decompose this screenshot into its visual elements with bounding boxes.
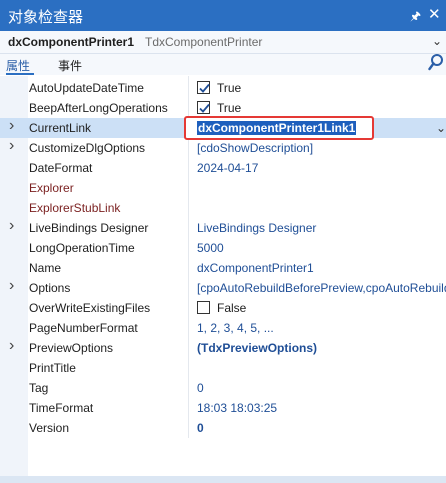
property-value[interactable]: 0 bbox=[197, 421, 446, 435]
property-name: LiveBindings Designer bbox=[29, 221, 149, 235]
property-row[interactable]: › Options [cpoAutoRebuildBeforePreview,cpo… bbox=[0, 277, 446, 298]
window-title: 对象检查器 bbox=[8, 9, 84, 26]
property-row[interactable]: AutoUpdateDateTime True bbox=[0, 78, 446, 98]
property-row[interactable]: › CustomizeDlgOptions [cdoShowDescription] bbox=[0, 137, 446, 158]
property-value[interactable]: 1, 2, 3, 4, 5, ... bbox=[197, 321, 446, 335]
expand-chevron-icon[interactable]: › bbox=[9, 337, 14, 355]
property-name: BeepAfterLongOperations bbox=[29, 101, 168, 115]
property-row[interactable]: PrintTitle bbox=[0, 358, 446, 378]
property-checkbox[interactable] bbox=[197, 81, 210, 94]
property-row[interactable]: ExplorerStubLink bbox=[0, 198, 446, 218]
property-name: TimeFormat bbox=[29, 401, 94, 415]
component-type: TdxComponentPrinter bbox=[145, 35, 263, 49]
property-row[interactable]: BeepAfterLongOperations True bbox=[0, 98, 446, 118]
bottom-strip bbox=[0, 476, 446, 483]
property-name: CustomizeDlgOptions bbox=[29, 141, 146, 155]
property-checkbox[interactable] bbox=[197, 301, 210, 314]
property-name: PrintTitle bbox=[29, 361, 76, 375]
property-row[interactable]: Explorer bbox=[0, 178, 446, 198]
property-value[interactable]: 0 bbox=[197, 381, 446, 395]
property-value[interactable]: 2024-04-17 bbox=[197, 161, 446, 175]
property-row[interactable]: DateFormat 2024-04-17 bbox=[0, 158, 446, 178]
property-name: AutoUpdateDateTime bbox=[29, 81, 144, 95]
property-value: True bbox=[217, 81, 242, 95]
property-value[interactable]: 5000 bbox=[197, 241, 446, 255]
property-name: ExplorerStubLink bbox=[29, 201, 121, 215]
currentlink-value[interactable]: dxComponentPrinter1Link1 bbox=[197, 121, 357, 135]
property-name: Name bbox=[29, 261, 62, 275]
expand-chevron-icon[interactable]: › bbox=[9, 277, 14, 295]
currentlink-dropdown-icon[interactable]: ⌄ bbox=[436, 121, 446, 135]
property-value: True bbox=[217, 101, 242, 115]
property-row[interactable]: TimeFormat 18:03 18:03:25 bbox=[0, 398, 446, 418]
property-row[interactable]: › LiveBindings Designer LiveBindings Desig… bbox=[0, 217, 446, 238]
property-name: PageNumberFormat bbox=[29, 321, 138, 335]
property-checkbox[interactable] bbox=[197, 101, 210, 114]
search-icon[interactable] bbox=[428, 54, 444, 72]
tab-bar: 属性 事件 bbox=[0, 54, 446, 75]
property-row[interactable]: › PreviewOptions (TdxPreviewOptions) bbox=[0, 337, 446, 358]
pin-icon[interactable]: 🖈 bbox=[410, 7, 421, 28]
property-row[interactable]: LongOperationTime 5000 bbox=[0, 238, 446, 258]
expand-chevron-icon[interactable]: › bbox=[9, 117, 14, 135]
property-row[interactable]: Name dxComponentPrinter1 bbox=[0, 258, 446, 278]
expand-chevron-icon[interactable]: › bbox=[9, 217, 14, 235]
property-name: Version bbox=[29, 421, 70, 435]
chevron-down-icon[interactable]: ⌄ bbox=[432, 34, 442, 48]
inspector-titlebar: 对象检查器 🖈 ✕ bbox=[0, 0, 446, 31]
tab-properties[interactable]: 属性 bbox=[6, 57, 46, 75]
property-name: Options bbox=[29, 281, 71, 295]
property-row[interactable]: Tag 0 bbox=[0, 378, 446, 398]
tab-events[interactable]: 事件 bbox=[58, 57, 82, 74]
property-name: DateFormat bbox=[29, 161, 93, 175]
property-row[interactable]: PageNumberFormat 1, 2, 3, 4, 5, ... bbox=[0, 318, 446, 338]
property-name: LongOperationTime bbox=[29, 241, 135, 255]
property-value: False bbox=[217, 301, 247, 315]
property-value[interactable]: LiveBindings Designer bbox=[197, 221, 446, 235]
property-row[interactable]: Version 0 bbox=[0, 418, 446, 438]
currentlink-editor[interactable]: dxComponentPrinter1Link1 bbox=[184, 116, 374, 140]
property-value[interactable]: [cdoShowDescription] bbox=[197, 141, 446, 155]
component-name: dxComponentPrinter1 bbox=[8, 35, 135, 49]
property-name: Tag bbox=[29, 381, 49, 395]
property-name: OverWriteExistingFiles bbox=[29, 301, 151, 315]
property-value[interactable]: dxComponentPrinter1 bbox=[197, 261, 446, 275]
property-row[interactable]: OverWriteExistingFiles False bbox=[0, 298, 446, 318]
property-value[interactable]: [cpoAutoRebuildBeforePreview,cpoAutoRebu… bbox=[197, 281, 446, 295]
property-name: PreviewOptions bbox=[29, 341, 114, 355]
component-selector[interactable]: dxComponentPrinter1 TdxComponentPrinter … bbox=[0, 31, 446, 54]
property-name: Explorer bbox=[29, 181, 74, 195]
close-icon[interactable]: ✕ bbox=[428, 5, 441, 23]
property-name: CurrentLink bbox=[29, 121, 92, 135]
expand-chevron-icon[interactable]: › bbox=[9, 137, 14, 155]
property-value[interactable]: (TdxPreviewOptions) bbox=[197, 341, 446, 355]
property-value[interactable]: 18:03 18:03:25 bbox=[197, 401, 446, 415]
